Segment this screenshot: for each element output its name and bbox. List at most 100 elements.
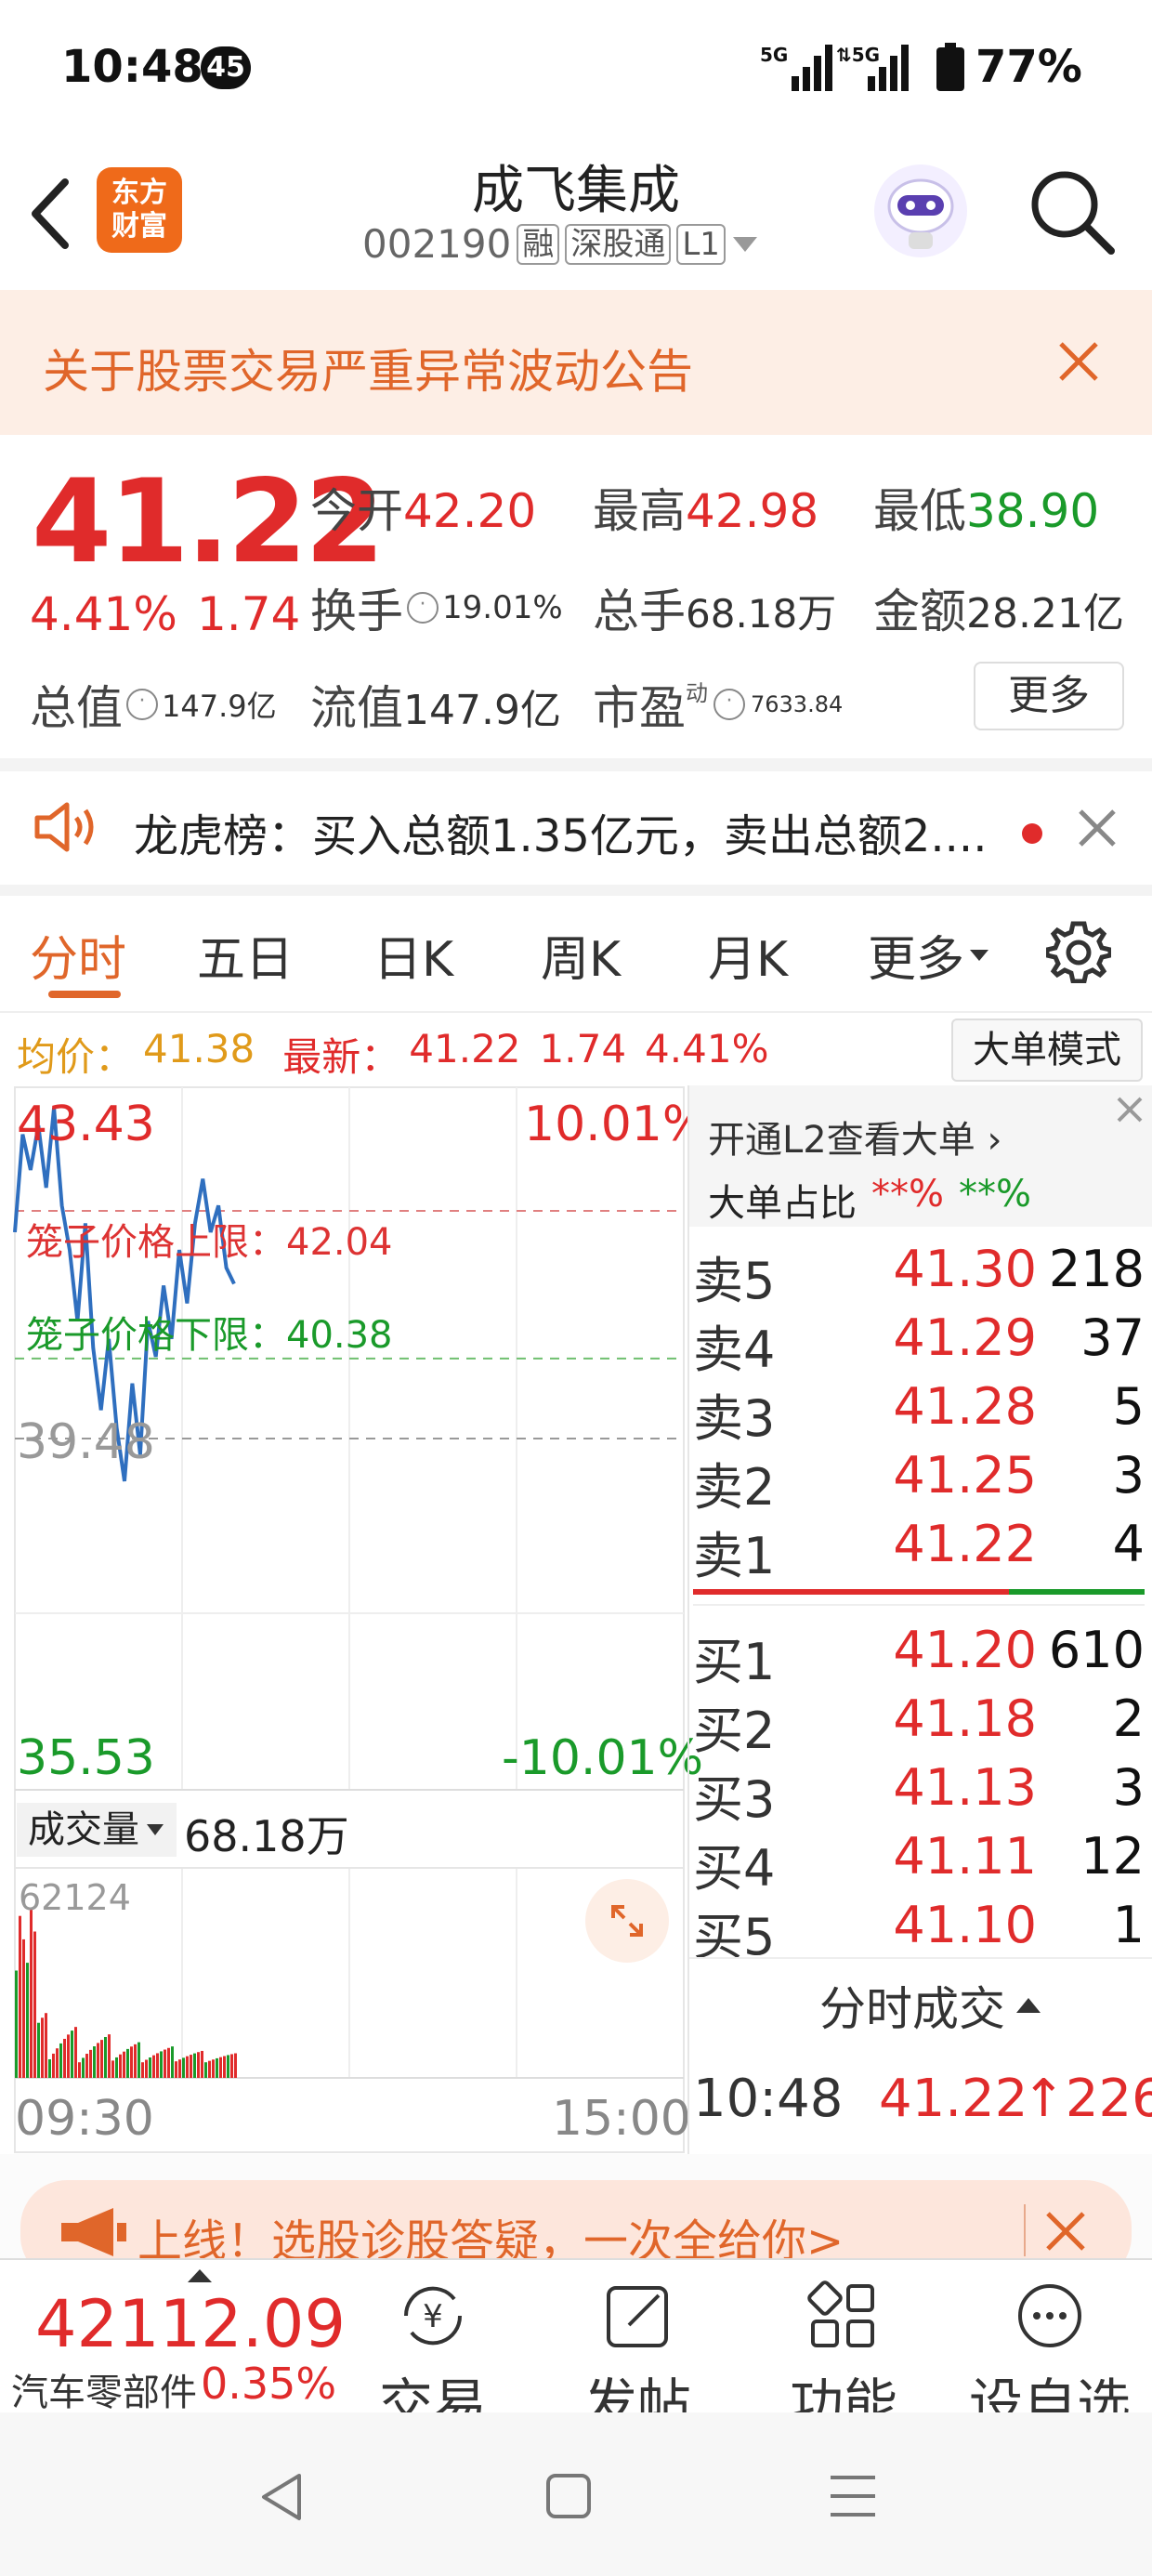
volume-bar [56, 2048, 59, 2078]
ask-price: 41.28 [893, 1377, 1037, 1436]
ask-volume: 218 [1048, 1240, 1145, 1298]
status-bar: 10:48 45 5G ⇅5G 77% [0, 0, 1152, 139]
volume-bar [134, 2044, 137, 2078]
bid-row[interactable]: 买5 41.10 1 [693, 1896, 1145, 1966]
volume-bar [41, 2017, 44, 2078]
ask-row[interactable]: 卖5 41.30 218 [693, 1240, 1145, 1310]
volume-bar [204, 2062, 207, 2078]
search-icon[interactable] [1028, 167, 1117, 256]
volume-bar [171, 2046, 174, 2078]
bid-volume: 2 [1112, 1689, 1145, 1748]
volume-bar [71, 2031, 73, 2078]
ask-label: 卖5 [693, 1252, 776, 1310]
level-tag: L1 [676, 223, 726, 265]
ask-row[interactable]: 卖2 41.25 3 [693, 1446, 1145, 1517]
more-circle-icon [1018, 2284, 1081, 2347]
speaker-icon [34, 802, 94, 852]
y-axis-mid-label: 39.48 [17, 1414, 155, 1470]
bid-label: 买1 [693, 1633, 776, 1691]
bid-row[interactable]: 买3 41.13 3 [693, 1758, 1145, 1829]
volume-bar [111, 2060, 114, 2078]
volume-bar [123, 2051, 125, 2078]
bid-row[interactable]: 买1 41.20 610 [693, 1621, 1145, 1691]
bid-volume: 1 [1112, 1896, 1145, 1954]
volume-bar [100, 2040, 103, 2078]
volume-bar [97, 2043, 99, 2078]
tab-monthly-k[interactable]: 月K [708, 920, 788, 990]
ask-row[interactable]: 卖1 41.22 4 [693, 1515, 1145, 1585]
stock-code-row[interactable]: 002190 融 深股通 L1 [362, 221, 759, 267]
volume-bar [93, 2046, 96, 2078]
connect-tag: 深股通 [565, 223, 672, 265]
volume-bar [156, 2053, 159, 2078]
close-icon[interactable] [1111, 1091, 1148, 1128]
tab-more[interactable]: 更多 [868, 920, 990, 990]
nav-back-icon[interactable] [258, 2472, 305, 2522]
volume-bar [182, 2057, 185, 2078]
stock-code: 002190 [362, 221, 512, 267]
close-icon[interactable] [1076, 807, 1119, 849]
info-icon[interactable]: · [126, 689, 158, 720]
battery-icon [936, 43, 964, 91]
ask-row[interactable]: 卖3 41.28 5 [693, 1377, 1145, 1448]
more-stats-button[interactable]: 更多 [974, 662, 1124, 730]
ticks-divider [689, 1957, 1152, 1959]
bid-row[interactable]: 买2 41.18 2 [693, 1689, 1145, 1760]
volume-bar [52, 2053, 55, 2078]
volume-bar [108, 2034, 111, 2078]
nav-menu-icon[interactable] [827, 2472, 879, 2520]
ask-row[interactable]: 卖4 41.29 37 [693, 1308, 1145, 1379]
collapse-icon [1016, 1998, 1041, 2013]
turnover-stat: 换手 · 19.01% [310, 585, 563, 638]
volume-bar [78, 2062, 81, 2078]
volume-bar [48, 2058, 51, 2078]
gear-icon[interactable] [1046, 918, 1111, 983]
ask-volume: 37 [1080, 1308, 1145, 1367]
volume-bar [85, 2054, 88, 2078]
ask-label: 卖1 [693, 1527, 776, 1585]
index-percent: 0.35% [201, 2359, 337, 2409]
bid-row[interactable]: 买4 41.11 12 [693, 1827, 1145, 1898]
bid-price: 41.13 [893, 1758, 1037, 1817]
nav-home-icon[interactable] [544, 2472, 593, 2520]
float-cap-stat: 流值147.9亿 [310, 681, 561, 735]
ask-price: 41.29 [893, 1308, 1037, 1367]
index-widget[interactable]: 42112.09 汽车零部件 0.35% [0, 2260, 353, 2414]
info-icon[interactable]: · [407, 592, 439, 624]
info-icon[interactable]: · [713, 689, 745, 720]
announcement-banner[interactable]: 关于股票交易严重异常波动公告 [0, 290, 1152, 435]
tick-price: 41.22 [879, 2069, 1028, 2129]
bid-price: 41.20 [893, 1621, 1037, 1679]
tab-weekly-k[interactable]: 周K [541, 920, 621, 990]
volume-bar [19, 1915, 21, 2078]
ask-price: 41.22 [893, 1515, 1037, 1573]
robot-assistant-icon[interactable] [870, 160, 972, 262]
volume-bar [212, 2059, 215, 2078]
expand-chart-button[interactable] [585, 1879, 669, 1963]
volume-bar [230, 2054, 233, 2078]
tab-five-day[interactable]: 五日 [197, 920, 294, 990]
active-tab-indicator [48, 991, 121, 998]
ticks-title[interactable]: 分时成交 [819, 1972, 1042, 2039]
close-icon[interactable] [1042, 2208, 1089, 2254]
volume-bar [178, 2059, 181, 2078]
volume-bar [149, 2057, 151, 2078]
l2-promo-text: 开通L2查看大单 › [708, 1119, 1002, 1162]
pe-stat: 市盈 动 · 7633.84 [593, 679, 844, 736]
dragon-tiger-row[interactable]: 龙虎榜：买入总额1.35亿元，卖出总额2.... [0, 771, 1152, 885]
large-order-mode-button[interactable]: 大单模式 [951, 1019, 1143, 1082]
tab-intraday[interactable]: 分时 [30, 920, 126, 990]
stock-name: 成飞集成 [472, 161, 680, 221]
yen-exchange-icon: ¥ [403, 2286, 463, 2346]
tab-daily-k[interactable]: 日K [373, 920, 453, 990]
expand-icon [611, 1905, 643, 1937]
volume-indicator-selector[interactable]: 成交量 [17, 1803, 177, 1857]
announcement-text: 关于股票交易严重异常波动公告 [43, 345, 693, 399]
l2-promo-box[interactable]: 开通L2查看大单 › 大单占比 **% **% [689, 1085, 1152, 1227]
volume-bar [115, 2057, 118, 2078]
high-stat: 最高42.98 [593, 484, 819, 538]
volume-bar [164, 2049, 166, 2078]
volume-bar [160, 2051, 163, 2078]
close-icon[interactable] [1055, 338, 1102, 385]
section-divider [0, 885, 1152, 896]
